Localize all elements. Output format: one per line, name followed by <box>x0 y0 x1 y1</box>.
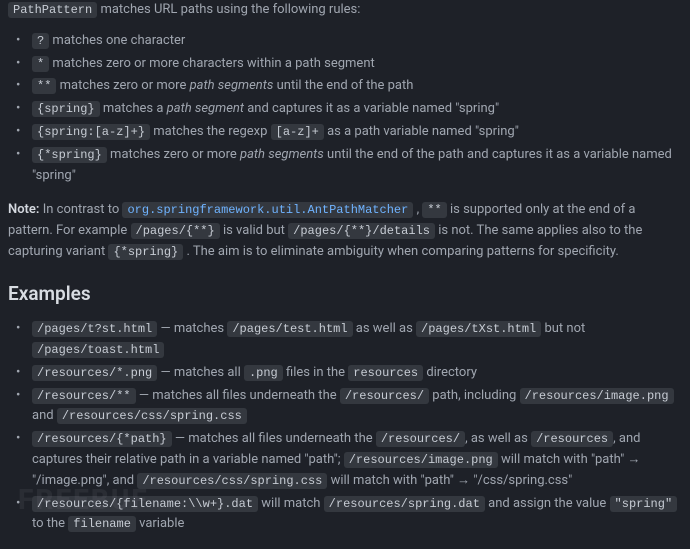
example-code: /resources/{filename:\\w+}.dat <box>32 496 258 512</box>
rule-code: {*spring} <box>32 147 107 163</box>
examples-heading: Examples <box>8 279 682 309</box>
rule-item: {*spring} matches zero or more path segm… <box>22 145 682 187</box>
rule-emphasis: path segments <box>190 78 274 93</box>
rule-text: matches zero or more <box>56 78 189 93</box>
example-code: /resources/** <box>32 388 136 404</box>
intro-paragraph: PathPattern matches URL paths using the … <box>8 0 682 21</box>
example-code: /resources/*.png <box>32 365 157 381</box>
note-text-1: In contrast to <box>43 202 123 217</box>
note-label: Note: <box>8 202 39 217</box>
rules-list: ? matches one character* matches zero or… <box>8 31 682 187</box>
rule-item: {spring:[a-z]+} matches the regexp [a-z]… <box>22 122 682 143</box>
example-code: /resources/image.png <box>520 388 674 404</box>
examples-list: /pages/t?st.html — matches /pages/test.h… <box>8 319 682 535</box>
example-code: /resources/{*path} <box>32 431 172 447</box>
example-code: /pages/tXst.html <box>416 321 541 337</box>
example-code: "spring" <box>610 496 678 512</box>
rule-code: ? <box>32 33 49 49</box>
example-code: /resources <box>531 431 613 447</box>
rule-code: * <box>32 56 49 72</box>
rule-item: * matches zero or more characters within… <box>22 54 682 75</box>
example-code: .png <box>244 365 283 381</box>
example-text: will match with "path" → "/css/spring.cs… <box>327 473 572 488</box>
example-text: files in the <box>283 365 349 380</box>
example-item: /resources/*.png — matches all .png file… <box>22 363 682 384</box>
rule-item: ? matches one character <box>22 31 682 52</box>
example-text: will match <box>258 496 324 511</box>
intro-text: matches URL paths using the following ru… <box>100 2 360 17</box>
rule-code: [a-z]+ <box>271 124 324 140</box>
example-code: /resources/css/spring.css <box>57 408 247 424</box>
rule-text: as a path variable named "spring" <box>324 124 519 139</box>
rule-code: {spring} <box>32 101 100 117</box>
example-code: /pages/test.html <box>227 321 352 337</box>
note-paragraph: Note: In contrast to org.springframework… <box>8 200 682 262</box>
example-text: variable <box>136 516 185 531</box>
rule-text: matches zero or more characters within a… <box>49 56 375 71</box>
rule-code: ** <box>32 78 56 94</box>
rule-code: {spring:[a-z]+} <box>32 124 150 140</box>
example-code: resources <box>348 365 423 381</box>
example-text: path, including <box>429 388 519 403</box>
rule-text: matches one character <box>49 33 185 48</box>
example-text: — matches all <box>157 365 244 380</box>
example-code: /resources/ <box>376 431 465 447</box>
code-pages-invalid: /pages/{**}/details <box>288 223 435 239</box>
rule-emphasis: path segments <box>240 147 324 162</box>
example-item: /resources/{*path} — matches all files u… <box>22 429 682 491</box>
example-text: — matches all files underneath the <box>136 388 340 403</box>
example-code: /pages/toast.html <box>32 342 164 358</box>
example-text: — matches all files underneath the <box>172 431 376 446</box>
example-item: /pages/t?st.html — matches /pages/test.h… <box>22 319 682 361</box>
example-item: /resources/{filename:\\w+}.dat will matc… <box>22 494 682 536</box>
example-text: directory <box>423 365 477 380</box>
example-text: , as well as <box>465 431 531 446</box>
example-text: as well as <box>353 321 416 336</box>
code-starspring: {*spring} <box>108 244 183 260</box>
rule-item: {spring} matches a path segment and capt… <box>22 99 682 120</box>
code-doublestar: ** <box>422 202 446 218</box>
example-item: /resources/** — matches all files undern… <box>22 386 682 428</box>
example-text: and assign the value <box>485 496 610 511</box>
code-pages-valid: /pages/{**} <box>131 223 220 239</box>
rule-text: and captures it as a variable named "spr… <box>244 101 499 116</box>
example-text: and <box>32 408 57 423</box>
example-code: /resources/css/spring.css <box>137 473 327 489</box>
code-antpathmatcher: org.springframework.util.AntPathMatcher <box>122 202 413 218</box>
note-text-4: is valid but <box>223 223 288 238</box>
rule-item: ** matches zero or more path segments un… <box>22 76 682 97</box>
example-code: /resources/ <box>340 388 429 404</box>
rule-text: matches the regexp <box>150 124 271 139</box>
example-text: to the <box>32 516 68 531</box>
rule-text: until the end of the path <box>273 78 413 93</box>
example-text: but not <box>541 321 585 336</box>
example-code: /resources/spring.dat <box>324 496 485 512</box>
example-code: /resources/image.png <box>344 452 498 468</box>
example-code: filename <box>68 516 136 532</box>
example-text: — matches <box>157 321 227 336</box>
code-pathpattern: PathPattern <box>8 2 97 18</box>
rule-text: matches a <box>100 101 167 116</box>
rule-text: matches zero or more <box>107 147 240 162</box>
rule-emphasis: path segment <box>167 101 244 116</box>
example-code: /pages/t?st.html <box>32 321 157 337</box>
note-text-6: . The aim is to eliminate ambiguity when… <box>186 244 618 259</box>
